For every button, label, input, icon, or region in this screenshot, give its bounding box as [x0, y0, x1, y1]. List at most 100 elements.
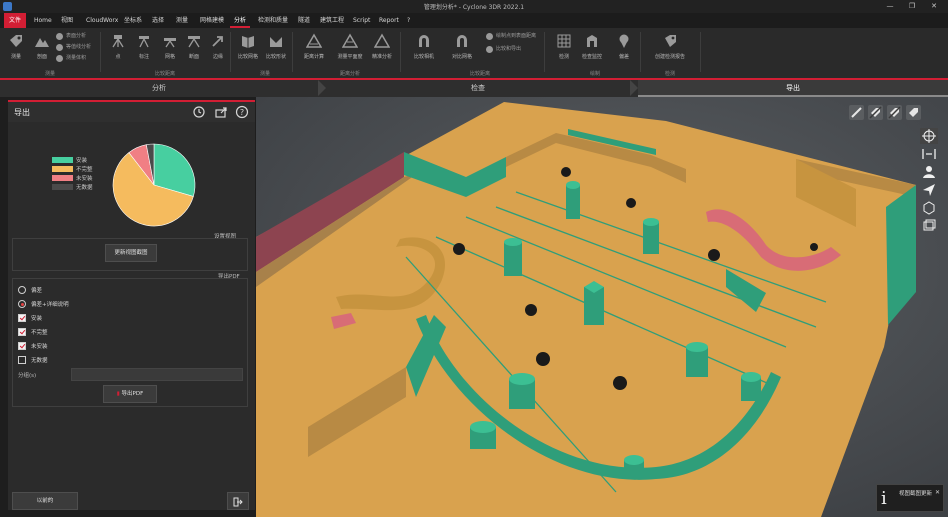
legend-swatch [52, 157, 73, 163]
clip-tool-button[interactable] [868, 105, 883, 120]
ribbon-deviation-button[interactable]: 偏差 [610, 31, 638, 71]
checkbox-installed[interactable]: 安装 [18, 313, 138, 324]
hide-tool-button[interactable] [887, 105, 902, 120]
tag-icon [10, 35, 22, 47]
crosshair-icon [922, 129, 936, 143]
ribbon-flatness-button[interactable]: 测量平面度 [336, 31, 364, 71]
workflow-step-analysis[interactable]: 分析 [0, 80, 318, 97]
ribbon-distance-button[interactable]: 距离计算 [300, 31, 328, 71]
no-tag-icon [869, 106, 882, 119]
checkbox[interactable] [18, 342, 26, 350]
previous-button[interactable]: 以前的 [12, 492, 78, 510]
ribbon-profile-button[interactable]: 剖面 [28, 31, 56, 71]
exit-button[interactable] [227, 492, 249, 510]
reset-icon[interactable] [192, 105, 206, 119]
ribbon-precise-button[interactable]: 精准分析 [368, 31, 396, 71]
panel-header: 导出 ? [8, 102, 255, 122]
3d-viewport[interactable] [256, 97, 948, 517]
workflow-step-inspect[interactable]: 检查 [326, 80, 630, 97]
tripod-icon [112, 35, 124, 48]
ribbon-group-label: 比较距离 [469, 71, 490, 77]
ribbon-inspect-button[interactable]: 检测 [550, 31, 578, 71]
window-title: 管理划分析* - Cyclone 3DR 2022.1 [423, 4, 525, 11]
checkbox[interactable] [18, 328, 26, 336]
menu-home[interactable]: Home [30, 13, 56, 28]
user-view-tool[interactable] [920, 164, 938, 180]
workflow-step-export[interactable]: 导出 [638, 80, 948, 97]
ribbon-report-button[interactable]: 创建检测报告 [655, 31, 685, 71]
box-tool[interactable] [920, 200, 938, 216]
menu-measure[interactable]: 测量 [172, 13, 192, 28]
magnet-icon [457, 35, 467, 47]
workflow-bar: 分析 检查 导出 [0, 80, 948, 97]
ribbon-point-button[interactable]: 点 [104, 31, 132, 71]
grid-icon [557, 34, 571, 48]
target-tool[interactable] [920, 128, 938, 144]
close-button[interactable]: ✕ [926, 0, 942, 13]
menu-mesh[interactable]: 网格建模 [196, 13, 228, 28]
ruler-icon [851, 107, 862, 118]
menu-select[interactable]: 选择 [148, 13, 168, 28]
ribbon-compare-shape-button[interactable]: 比较形状 [262, 31, 290, 71]
menu-report[interactable]: Report [375, 13, 403, 28]
export-pdf-button[interactable]: ▮ 导出PDF [103, 385, 157, 403]
radio-circle[interactable] [18, 286, 26, 294]
ribbon-group-label: 检测 [664, 71, 675, 77]
navigate-tool[interactable] [920, 182, 938, 198]
menu-tunnel[interactable]: 隧道 [294, 13, 314, 28]
radio-deviation-detail[interactable]: 偏差+详细说明 [18, 299, 138, 310]
label-tool-button[interactable] [906, 105, 921, 120]
triangle-icon [342, 33, 358, 48]
book-icon [242, 36, 254, 48]
menu-cloudworx[interactable]: CloudWorx [82, 13, 122, 28]
minimize-button[interactable]: — [882, 0, 898, 13]
menu-bar: 文件 Home 视图 CloudWorx 坐标系 选择 测量 网格建模 分析 检… [0, 13, 948, 28]
checkbox-not-installed[interactable]: 未安装 [18, 341, 138, 352]
ribbon-compare-mesh-button[interactable]: 比较网格 [234, 31, 262, 71]
fit-tool[interactable] [920, 146, 938, 162]
exit-icon [233, 497, 243, 507]
update-view-button[interactable]: 更新视图截图 [105, 244, 157, 262]
help-icon[interactable]: ? [235, 105, 249, 119]
ribbon-compare-export[interactable]: 比较和导出 [486, 45, 521, 54]
close-icon[interactable]: ✕ [935, 489, 940, 496]
menu-file[interactable]: 文件 [4, 13, 27, 28]
ribbon-annotate-button[interactable]: 标注 [130, 31, 158, 71]
arrow-icon [212, 36, 223, 47]
restore-button[interactable]: ❐ [904, 0, 920, 13]
no-tag-icon [888, 106, 901, 119]
layers-tool[interactable] [920, 218, 938, 234]
group-field[interactable] [71, 368, 243, 381]
ribbon-edge-button[interactable]: 边缘 [204, 31, 232, 71]
ribbon-point-surface[interactable]: 绘制点到表面距离 [486, 32, 536, 41]
checkbox-no-data[interactable]: 无数据 [18, 355, 138, 366]
menu-coordinates[interactable]: 坐标系 [120, 13, 146, 28]
ribbon-compare-grid-button[interactable]: 对比网格 [448, 31, 476, 71]
menu-help[interactable]: ? [403, 13, 414, 28]
tripod-icon [139, 36, 149, 48]
checkbox-incomplete[interactable]: 不完整 [18, 327, 138, 338]
ribbon-monitor-button[interactable]: 检查监控 [578, 31, 606, 71]
ribbon-contour-analysis[interactable]: 等值线分析 [56, 43, 91, 52]
menu-view[interactable]: 视图 [57, 13, 77, 28]
model-render [256, 97, 948, 517]
group-label: 分组(s) [18, 373, 37, 379]
menu-inspection[interactable]: 检测和质量 [254, 13, 292, 28]
layers-icon [923, 219, 936, 231]
checkbox[interactable] [18, 314, 26, 322]
menu-construction[interactable]: 建筑工程 [316, 13, 348, 28]
radio-deviation[interactable]: 偏差 [18, 285, 138, 296]
share-icon[interactable] [214, 105, 228, 119]
send-icon [923, 184, 935, 196]
fit-icon [922, 149, 936, 159]
ribbon-compare-camera-button[interactable]: 比较相机 [410, 31, 438, 71]
checkbox[interactable] [18, 356, 26, 364]
notification-text: 视图截图更新 [899, 491, 933, 497]
ribbon-volume[interactable]: 测量体积 [56, 54, 86, 63]
ribbon-surface-analysis[interactable]: 表面分析 [56, 32, 86, 41]
menu-analysis[interactable]: 分析 [230, 13, 251, 28]
radio-circle[interactable] [18, 300, 26, 308]
measure-tool-button[interactable] [849, 105, 864, 120]
ribbon-measure-button[interactable]: 测量 [2, 31, 30, 71]
menu-script[interactable]: Script [349, 13, 374, 28]
